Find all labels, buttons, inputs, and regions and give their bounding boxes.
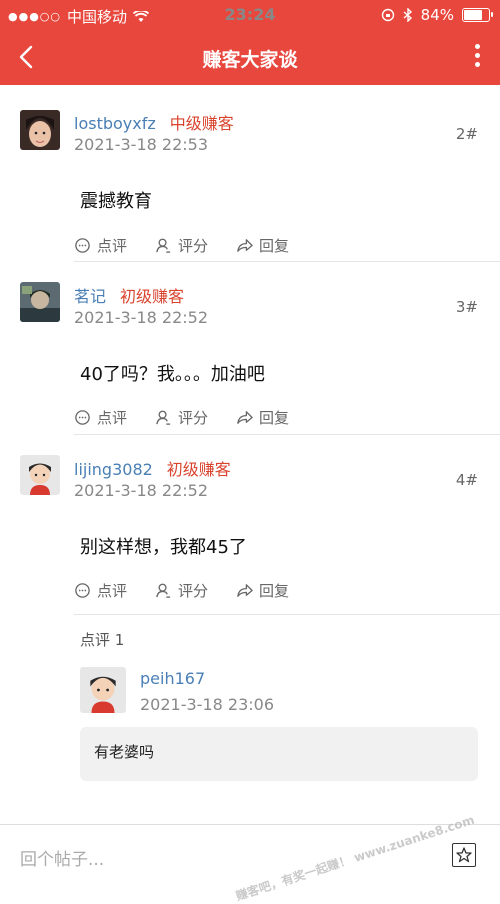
rate-label: 评分 bbox=[178, 409, 209, 427]
username[interactable]: 茗记 初级赚客 bbox=[74, 283, 184, 307]
rate-icon bbox=[156, 238, 171, 253]
comment-username[interactable]: peih167 bbox=[140, 669, 205, 688]
post-time: 2021-3-18 22:52 bbox=[74, 308, 208, 327]
reply-button[interactable]: 回复 bbox=[236, 407, 289, 428]
comment-button[interactable]: 点评 bbox=[74, 580, 127, 601]
username-text[interactable]: lostboyxfz bbox=[74, 114, 156, 133]
reply-input[interactable]: 回个帖子... bbox=[20, 845, 104, 870]
username[interactable]: lijing3082 初级赚客 bbox=[74, 456, 231, 480]
avatar[interactable] bbox=[20, 455, 60, 495]
reply-button[interactable]: 回复 bbox=[236, 580, 289, 601]
user-rank: 初级赚客 bbox=[120, 287, 185, 306]
favorite-icon[interactable] bbox=[452, 843, 476, 867]
comment-icon bbox=[75, 410, 90, 425]
battery-icon bbox=[462, 8, 493, 22]
user-rank: 初级赚客 bbox=[166, 460, 231, 479]
battery-label: 84% bbox=[420, 6, 454, 24]
post-time: 2021-3-18 22:52 bbox=[74, 481, 208, 500]
more-icon[interactable] bbox=[472, 44, 482, 70]
comment-icon bbox=[75, 238, 90, 253]
bluetooth-icon bbox=[403, 8, 412, 22]
post-actions: 点评 评分 回复 bbox=[74, 235, 289, 256]
post-content: 震撼教育 bbox=[80, 191, 152, 212]
rate-label: 评分 bbox=[178, 237, 209, 255]
rate-icon bbox=[156, 410, 171, 425]
status-bar: ●●●○○ 中国移动 23:24 84% bbox=[0, 0, 500, 30]
post-time: 2021-3-18 22:53 bbox=[74, 135, 208, 154]
page-title: 赚客大家谈 bbox=[202, 49, 298, 71]
post-actions: 点评 评分 回复 bbox=[74, 580, 289, 601]
comment-label: 点评 bbox=[97, 409, 128, 427]
reply-label: 回复 bbox=[259, 582, 290, 600]
username-text[interactable]: 茗记 bbox=[74, 287, 106, 306]
post-item: 茗记 初级赚客 2021-3-18 22:52 3# 40了吗？我。。。加油吧 点… bbox=[0, 262, 500, 435]
comment-section: 点评 1 peih167 2021-3-18 23:06 有老婆吗 bbox=[74, 614, 500, 805]
lock-rotation-icon bbox=[381, 8, 394, 22]
reply-icon bbox=[237, 411, 253, 424]
comment-body: 有老婆吗 bbox=[80, 727, 478, 781]
comment-icon bbox=[75, 583, 90, 598]
avatar[interactable] bbox=[20, 110, 60, 150]
username[interactable]: lostboyxfz 中级赚客 bbox=[74, 110, 234, 134]
comment-label: 点评 bbox=[97, 237, 128, 255]
username-text[interactable]: lijing3082 bbox=[74, 460, 153, 479]
comment-header: 点评 1 bbox=[80, 631, 125, 649]
rate-icon bbox=[156, 583, 171, 598]
comment-label: 点评 bbox=[97, 582, 128, 600]
reply-icon bbox=[237, 239, 253, 252]
comment-time: 2021-3-18 23:06 bbox=[140, 695, 274, 714]
avatar[interactable] bbox=[80, 667, 126, 713]
comment-button[interactable]: 点评 bbox=[74, 407, 127, 428]
floor-number: 4# bbox=[455, 471, 478, 489]
reply-button[interactable]: 回复 bbox=[236, 235, 289, 256]
nav-bar: 赚客大家谈 bbox=[0, 30, 500, 85]
rate-label: 评分 bbox=[178, 582, 209, 600]
post-content: 40了吗？我。。。加油吧 bbox=[80, 364, 265, 385]
floor-number: 2# bbox=[455, 125, 478, 143]
avatar[interactable] bbox=[20, 282, 60, 322]
post-actions: 点评 评分 回复 bbox=[74, 407, 289, 428]
comment-button[interactable]: 点评 bbox=[74, 235, 127, 256]
rate-button[interactable]: 评分 bbox=[155, 407, 208, 428]
user-rank: 中级赚客 bbox=[169, 114, 234, 133]
battery-fill bbox=[464, 10, 482, 20]
reply-label: 回复 bbox=[259, 409, 290, 427]
reply-label: 回复 bbox=[259, 237, 290, 255]
rate-button[interactable]: 评分 bbox=[155, 580, 208, 601]
post-item: lijing3082 初级赚客 2021-3-18 22:52 4# 别这样想，我… bbox=[0, 435, 500, 615]
post-content: 别这样想，我都45了 bbox=[80, 537, 247, 558]
floor-number: 3# bbox=[455, 298, 478, 316]
post-item: lostboyxfz 中级赚客 2021-3-18 22:53 2# 震撼教育 点… bbox=[0, 85, 500, 262]
rate-button[interactable]: 评分 bbox=[155, 235, 208, 256]
reply-icon bbox=[237, 584, 253, 597]
